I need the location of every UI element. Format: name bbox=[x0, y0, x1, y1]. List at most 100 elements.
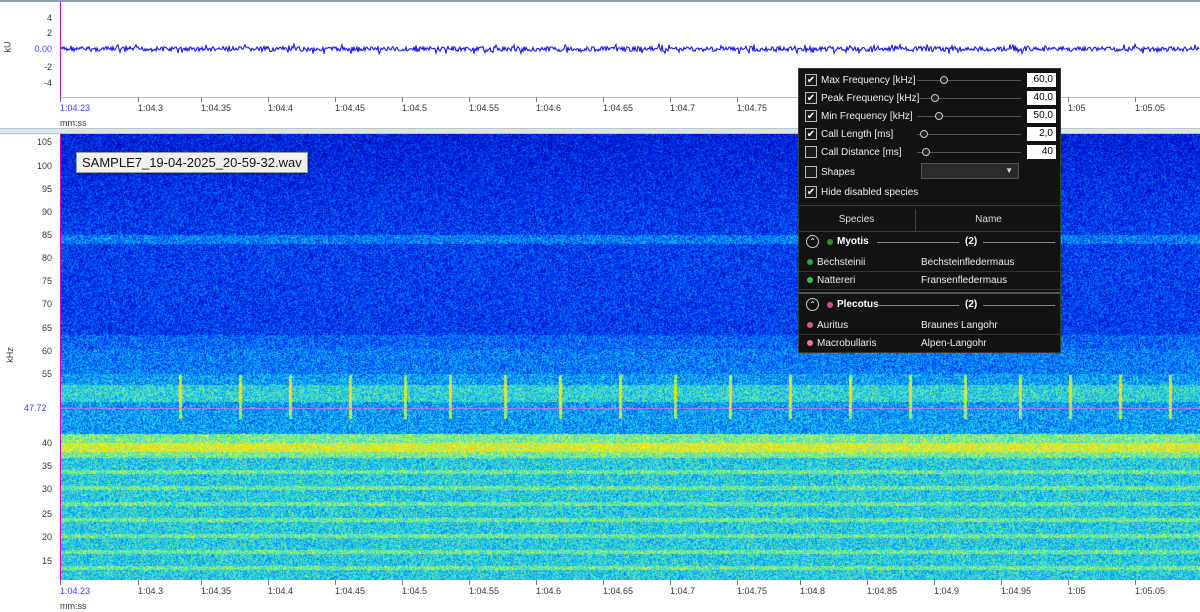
filter-param-slider[interactable] bbox=[917, 134, 1021, 135]
hide-disabled-label: Hide disabled species bbox=[821, 187, 919, 198]
shapes-dropdown[interactable]: ▼ bbox=[921, 163, 1019, 179]
filter-param-value-input[interactable]: 60,0 bbox=[1027, 73, 1056, 87]
waveform-x-tick-label: 1:04.65 bbox=[603, 103, 634, 113]
waveform-x-tick-mark bbox=[469, 97, 470, 102]
group-divider-line bbox=[877, 305, 959, 306]
filter-param-value-input[interactable]: 50,0 bbox=[1027, 109, 1056, 123]
species-group-header[interactable]: ⌃ Myotis (2) bbox=[799, 232, 1060, 252]
slider-handle[interactable] bbox=[930, 94, 939, 102]
waveform-x-tick-mark bbox=[268, 97, 269, 102]
filter-param-value-input[interactable]: 40,0 bbox=[1027, 91, 1056, 105]
column-header-species[interactable]: Species bbox=[799, 209, 914, 231]
row-separator bbox=[799, 352, 1060, 353]
spectrogram-y-tick-label: 55 bbox=[41, 369, 52, 379]
group-count: (2) bbox=[965, 236, 978, 247]
spectrogram-y-tick-label: 80 bbox=[41, 253, 52, 263]
species-row[interactable]: Bechsteinii Bechsteinfledermaus bbox=[799, 253, 1060, 271]
waveform-x-tick-label: 1:04.55 bbox=[469, 103, 500, 113]
species-cell: Nattereri bbox=[817, 275, 856, 286]
hide-disabled-row: ✔ Hide disabled species bbox=[799, 183, 1060, 201]
filter-param-checkbox[interactable] bbox=[805, 146, 817, 158]
species-row[interactable]: Nattereri Fransenfledermaus bbox=[799, 271, 1060, 289]
filter-param-value-input[interactable]: 2,0 bbox=[1027, 127, 1056, 141]
spectrogram-y-tick-label: 100 bbox=[36, 161, 52, 171]
filter-param-slider[interactable] bbox=[917, 152, 1021, 153]
species-row[interactable]: Macrobullaris Alpen-Langohr bbox=[799, 334, 1060, 352]
spectrogram-y-tick-label: 25 bbox=[41, 509, 52, 519]
waveform-x-tick-label: 1:04.6 bbox=[536, 103, 562, 113]
spectrogram-y-tick-label: 105 bbox=[36, 137, 52, 147]
spectrogram-x-tick-label: 1:05.05 bbox=[1135, 586, 1166, 596]
waveform-x-tick-mark bbox=[138, 97, 139, 102]
spectrogram-y-tick-label: 70 bbox=[41, 299, 52, 309]
spectrogram-y-tick-label: 35 bbox=[41, 461, 52, 471]
file-name-label: SAMPLE7_19-04-2025_20-59-32.wav bbox=[76, 152, 308, 173]
species-row[interactable]: Auritus Braunes Langohr bbox=[799, 316, 1060, 334]
name-cell: Fransenfledermaus bbox=[921, 275, 1008, 286]
species-cell: Auritus bbox=[817, 320, 849, 331]
spectrogram-y-tick-label: 30 bbox=[41, 484, 52, 494]
species-color-dot bbox=[807, 259, 813, 265]
filter-param-label: Max Frequency [kHz] bbox=[821, 75, 916, 86]
filter-param-row: ✔ Call Length [ms] 2,0 bbox=[799, 125, 1060, 143]
waveform-x-tick-label: 1:04.23 bbox=[60, 103, 91, 113]
filter-param-slider[interactable] bbox=[917, 80, 1021, 81]
filter-param-label: Call Length [ms] bbox=[821, 129, 894, 140]
species-color-dot bbox=[807, 340, 813, 346]
spectrogram-x-tick-label: 1:04.35 bbox=[201, 586, 232, 596]
waveform-y-unit: kU bbox=[2, 41, 13, 53]
spectrogram-x-tick-label: 1:04.9 bbox=[934, 586, 960, 596]
collapse-icon[interactable]: ⌃ bbox=[806, 298, 819, 311]
filter-param-row: Call Distance [ms] 40 bbox=[799, 143, 1060, 161]
waveform-x-tick-mark bbox=[402, 97, 403, 102]
waveform-y-tick: 0.00 bbox=[34, 44, 52, 54]
spectrogram-x-tick-label: 1:05 bbox=[1068, 586, 1086, 596]
shapes-checkbox[interactable] bbox=[805, 166, 817, 178]
waveform-y-tick: -4 bbox=[43, 78, 52, 88]
filter-param-checkbox[interactable]: ✔ bbox=[805, 110, 817, 122]
group-name: Myotis bbox=[837, 236, 869, 247]
spectrogram-y-unit: kHz bbox=[4, 347, 15, 363]
name-cell: Bechsteinfledermaus bbox=[921, 257, 1015, 268]
species-group-header[interactable]: ⌃ Plecotus (2) bbox=[799, 295, 1060, 315]
filter-param-checkbox[interactable]: ✔ bbox=[805, 128, 817, 140]
waveform-y-tick: 2 bbox=[46, 28, 52, 38]
collapse-icon[interactable]: ⌃ bbox=[806, 235, 819, 248]
filter-param-checkbox[interactable]: ✔ bbox=[805, 74, 817, 86]
group-color-dot bbox=[827, 239, 833, 245]
waveform-x-tick-label: 1:04.35 bbox=[201, 103, 232, 113]
waveform-y-tick: 4 bbox=[46, 13, 52, 23]
filter-param-value-input[interactable]: 40 bbox=[1027, 145, 1056, 159]
waveform-x-tick-mark bbox=[335, 97, 336, 102]
waveform-x-tick-mark bbox=[1068, 97, 1069, 102]
spectrogram-y-tick-label: 20 bbox=[41, 532, 52, 542]
filter-param-slider[interactable] bbox=[917, 116, 1021, 117]
spectrogram-x-tick-label: 1:04.4 bbox=[268, 586, 294, 596]
spectrogram-x-tick-mark bbox=[1068, 580, 1069, 585]
shapes-label: Shapes bbox=[821, 167, 855, 178]
waveform-x-tick-label: 1:05 bbox=[1068, 103, 1086, 113]
spectrogram-x-tick-label: 1:04.6 bbox=[536, 586, 562, 596]
waveform-x-tick-mark bbox=[670, 97, 671, 102]
spectrogram-y-tick-label: 40 bbox=[41, 438, 52, 448]
row-separator bbox=[799, 289, 1060, 290]
spectrogram-x-tick-mark bbox=[201, 580, 202, 585]
waveform-x-tick-label: 1:04.4 bbox=[268, 103, 294, 113]
waveform-x-tick-label: 1:04.75 bbox=[737, 103, 768, 113]
waveform-x-unit: mm:ss bbox=[60, 118, 87, 128]
slider-handle[interactable] bbox=[934, 112, 943, 120]
species-filter-panel: ✔ Max Frequency [kHz] 60,0 ✔ Peak Frequency … bbox=[798, 68, 1061, 353]
column-header-name[interactable]: Name bbox=[915, 209, 1061, 231]
group-divider-line bbox=[877, 242, 959, 243]
slider-handle[interactable] bbox=[920, 130, 929, 138]
hide-disabled-checkbox[interactable]: ✔ bbox=[805, 186, 817, 198]
waveform-x-tick-mark bbox=[603, 97, 604, 102]
filter-param-label: Peak Frequency [kHz] bbox=[821, 93, 920, 104]
filter-param-checkbox[interactable]: ✔ bbox=[805, 92, 817, 104]
spectrogram-x-tick-label: 1:04.3 bbox=[138, 586, 164, 596]
slider-handle[interactable] bbox=[922, 148, 931, 156]
slider-handle[interactable] bbox=[939, 76, 948, 84]
spectrogram-x-tick-mark bbox=[335, 580, 336, 585]
separator bbox=[799, 205, 1060, 206]
species-cell: Bechsteinii bbox=[817, 257, 866, 268]
